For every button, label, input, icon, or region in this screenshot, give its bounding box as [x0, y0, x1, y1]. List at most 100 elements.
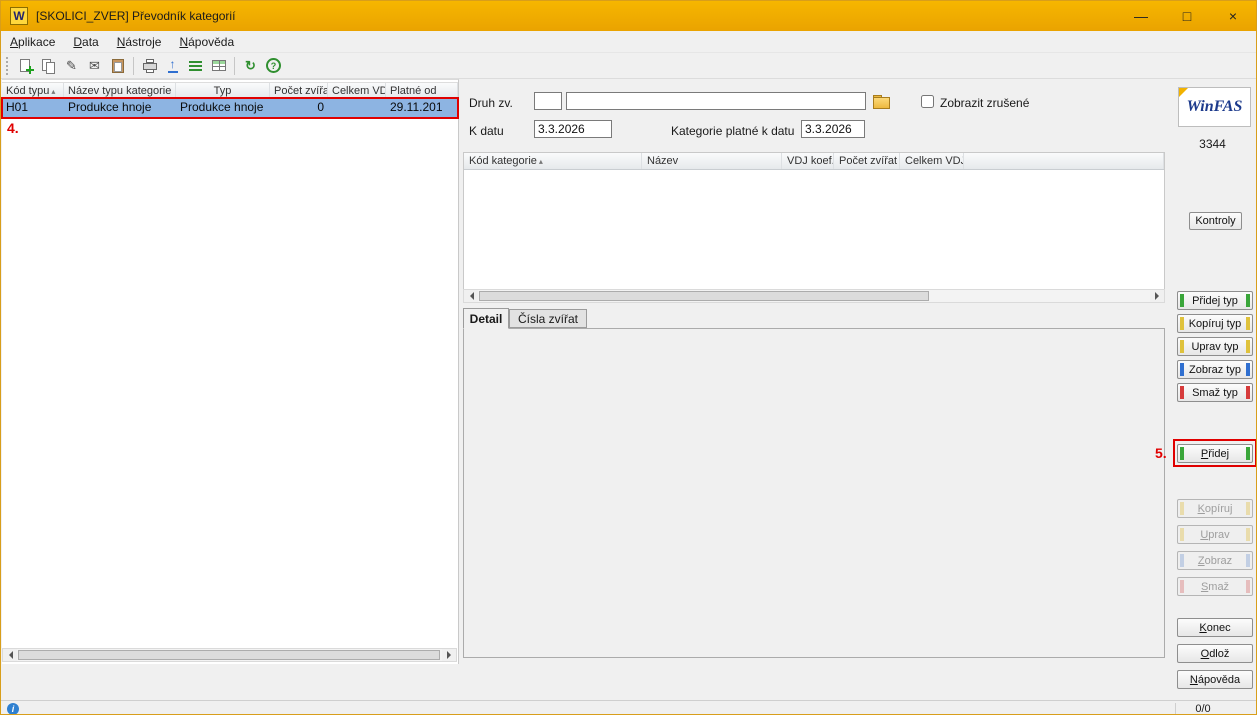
record-counter: 0/0 [1176, 703, 1230, 715]
minimize-button[interactable]: — [1118, 1, 1164, 31]
tab-cisla-zvirat[interactable]: Čísla zvířat [509, 309, 587, 328]
help-icon: ? [266, 58, 281, 73]
mail-icon: ✉ [89, 59, 100, 72]
menu-data[interactable]: Data [64, 31, 107, 52]
column-header-typ[interactable]: Typ [176, 83, 270, 98]
grid-icon [212, 60, 226, 71]
edit-icon: ✎ [66, 59, 77, 72]
type-table-header: Kód typu▴ Název typu kategorie Typ Počet… [2, 82, 458, 99]
sort-asc-icon: ▴ [539, 157, 543, 166]
zobraz-typ-button[interactable]: Zobraz typ [1177, 360, 1253, 379]
zobrazit-zrusene-label: Zobrazit zrušené [940, 96, 1029, 110]
scroll-right-icon [447, 651, 455, 659]
toolbar-drag-handle[interactable] [6, 57, 9, 75]
scrollbar-thumb[interactable] [18, 650, 440, 660]
pridej-button[interactable]: Přidej [1177, 444, 1253, 463]
print-icon [142, 58, 158, 74]
paste-icon [110, 58, 126, 74]
druh-zv-lookup-button[interactable] [871, 92, 890, 110]
druh-zv-code-input[interactable] [534, 92, 562, 110]
titlebar: W [SKOLICI_ZVER] Převodník kategorií — □… [1, 1, 1256, 31]
column-header-platne-od[interactable]: Platné od [386, 83, 458, 98]
action-sidebar: WinFAS 3344 Kontroly Přidej typ Kopíruj … [1167, 79, 1257, 700]
scroll-right-button[interactable] [1150, 290, 1164, 302]
column-header-empty [964, 153, 1164, 169]
kontroly-button[interactable]: Kontroly [1189, 212, 1242, 230]
uprav-button: Uprav [1177, 525, 1253, 544]
druh-zv-name-input[interactable] [566, 92, 866, 110]
category-table-body[interactable] [464, 170, 1164, 289]
type-list-hscrollbar[interactable] [2, 648, 457, 662]
export-button[interactable]: ↑ [161, 55, 184, 77]
druh-zv-label: Druh zv. [469, 96, 513, 110]
cell-nazev-typu: Produkce hnoje [64, 99, 176, 117]
table-row[interactable]: H01 Produkce hnoje Produkce hnoje 0 29.1… [2, 99, 458, 117]
column-header-nazev-typu[interactable]: Název typu kategorie [64, 83, 176, 98]
column-header-nazev[interactable]: Název [642, 153, 782, 169]
refresh-button[interactable]: ↻ [239, 55, 262, 77]
smaz-button: Smaž [1177, 577, 1253, 596]
new-icon [18, 58, 34, 74]
scroll-left-button[interactable] [3, 649, 17, 661]
copy-button[interactable] [37, 55, 60, 77]
close-button[interactable]: × [1210, 1, 1256, 31]
cell-platne-od: 29.11.201 [386, 99, 458, 117]
mail-button[interactable]: ✉ [83, 55, 106, 77]
kopiruj-button: Kopíruj [1177, 499, 1253, 518]
scroll-left-button[interactable] [464, 290, 478, 302]
scrollbar-thumb[interactable] [479, 291, 929, 301]
column-header-pocet-zvirat[interactable]: Počet zvířat [270, 83, 328, 98]
menu-nastroje[interactable]: Nástroje [108, 31, 171, 52]
k-datu-label: K datu [469, 124, 504, 138]
app-logo-icon: W [10, 7, 28, 25]
zobraz-button: Zobraz [1177, 551, 1253, 570]
grid-button[interactable] [207, 55, 230, 77]
statusbar: i 0/0 [1, 700, 1256, 715]
smaz-typ-button[interactable]: Smaž typ [1177, 383, 1253, 402]
column-header-vdj-koef[interactable]: VDJ koef. [782, 153, 834, 169]
column-header-celkem-vdj[interactable]: Celkem VDJ [900, 153, 964, 169]
annotation-step5: 5. [1155, 445, 1167, 461]
list-button[interactable] [184, 55, 207, 77]
cell-typ: Produkce hnoje [176, 99, 270, 117]
detail-tab-panel [463, 328, 1165, 658]
type-list-panel: Kód typu▴ Název typu kategorie Typ Počet… [2, 79, 459, 664]
task-number: 3344 [1167, 137, 1257, 151]
list-icon [189, 61, 202, 71]
uprav-typ-button[interactable]: Uprav typ [1177, 337, 1253, 356]
category-table: Kód kategorie▴ Název VDJ koef. Počet zví… [463, 152, 1165, 290]
pridej-typ-button[interactable]: Přidej typ [1177, 291, 1253, 310]
paste-button[interactable] [106, 55, 129, 77]
category-table-hscrollbar[interactable] [463, 289, 1165, 303]
column-header-kod-kategorie[interactable]: Kód kategorie▴ [464, 153, 642, 169]
annotation-step4: 4. [7, 120, 19, 136]
odloz-button[interactable]: Odlož [1177, 644, 1253, 663]
cell-pocet-zvirat: 0 [270, 99, 328, 117]
help-button[interactable]: ? [262, 55, 285, 77]
print-button[interactable] [138, 55, 161, 77]
toolbar-separator [234, 57, 235, 75]
napoveda-button[interactable]: Nápověda [1177, 670, 1253, 689]
app-window: W [SKOLICI_ZVER] Převodník kategorií — □… [0, 0, 1257, 715]
column-header-pocet-zvirat[interactable]: Počet zvířat [834, 153, 900, 169]
copy-icon [41, 58, 57, 74]
konec-button[interactable]: Konec [1177, 618, 1253, 637]
menubar: Aplikace Data Nástroje Nápověda [1, 31, 1256, 53]
kopiruj-typ-button[interactable]: Kopíruj typ [1177, 314, 1253, 333]
new-button[interactable] [14, 55, 37, 77]
menu-aplikace[interactable]: Aplikace [1, 31, 64, 52]
window-title: [SKOLICI_ZVER] Převodník kategorií [36, 9, 235, 23]
zobrazit-zrusene-checkbox[interactable] [921, 95, 934, 108]
k-datu-input[interactable] [534, 120, 612, 138]
menu-napoveda[interactable]: Nápověda [170, 31, 243, 52]
maximize-button[interactable]: □ [1164, 1, 1210, 31]
toolbar-separator [133, 57, 134, 75]
edit-button[interactable]: ✎ [60, 55, 83, 77]
kategorie-platne-input[interactable] [801, 120, 865, 138]
sort-asc-icon: ▴ [51, 87, 55, 96]
column-header-celkem-vdj[interactable]: Celkem VDJ [328, 83, 386, 98]
cell-kod-typu: H01 [2, 99, 64, 117]
scroll-right-button[interactable] [442, 649, 456, 661]
tab-detail[interactable]: Detail [463, 308, 509, 329]
column-header-kod-typu[interactable]: Kód typu▴ [2, 83, 64, 98]
